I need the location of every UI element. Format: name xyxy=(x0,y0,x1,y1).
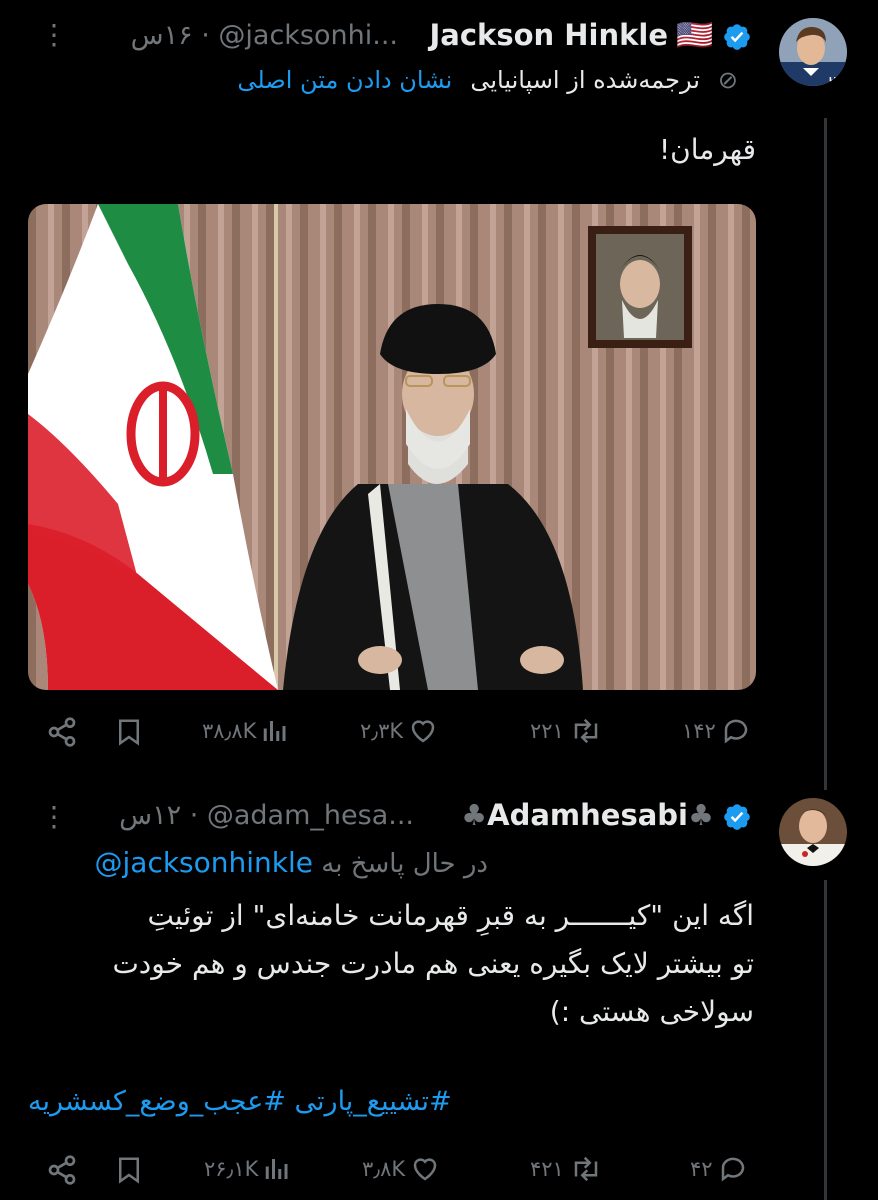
timestamp[interactable]: ۱۶س xyxy=(131,20,193,51)
handle-and-time[interactable]: @adam_hesa... · ۱۲س xyxy=(119,800,414,831)
svg-text:HB: HB xyxy=(829,76,843,86)
reply-button[interactable]: ۱۴۲ xyxy=(682,716,752,746)
views-icon xyxy=(264,721,286,741)
thread-line xyxy=(824,118,827,790)
thread-line xyxy=(824,880,827,1200)
share-button[interactable] xyxy=(46,716,78,748)
separator: · xyxy=(181,800,199,831)
translation-row: ⊘ ترجمه‌شده از اسپانیایی نشان دادن متن ا… xyxy=(237,66,738,94)
views-icon xyxy=(266,1159,288,1179)
display-name[interactable]: ♣Adamhesabi♣ xyxy=(461,798,714,832)
tweet-text: اگه این "کیـــــــر به قبرِ قهرمانت خامن… xyxy=(34,892,754,1036)
reply-icon xyxy=(721,1157,744,1182)
replies-count: ۱۴۲ xyxy=(682,719,716,743)
replying-to: در حال پاسخ به @jacksonhinkle xyxy=(95,846,489,879)
verified-badge-icon xyxy=(722,22,752,56)
views-count: ۳۸٫۸K xyxy=(202,719,257,743)
tweet-text-line: تو بیشتر لایک بگیره یعنی هم مادرت جندس و… xyxy=(112,947,754,980)
tweet-photo[interactable] xyxy=(28,204,756,690)
flag-icon: 🇺🇸 xyxy=(676,18,714,53)
share-button[interactable] xyxy=(46,1154,78,1186)
share-icon xyxy=(48,717,76,747)
bookmark-icon xyxy=(119,1157,139,1184)
reply-button[interactable]: ۴۲ xyxy=(690,1154,749,1184)
tweet-text: قهرمان! xyxy=(658,133,756,166)
heart-icon xyxy=(413,1158,437,1181)
retweet-button[interactable]: ۲۲۱ xyxy=(530,716,604,746)
like-button[interactable]: ۲٫۳K xyxy=(360,716,439,746)
club-icon: ♣ xyxy=(688,798,714,832)
like-button[interactable]: ۳٫۸K xyxy=(362,1154,441,1184)
bookmark-icon xyxy=(119,719,139,746)
show-original-link[interactable]: نشان دادن متن اصلی xyxy=(237,66,452,94)
separator: · xyxy=(192,20,210,51)
replying-to-handle[interactable]: @jacksonhinkle xyxy=(95,846,314,879)
more-options-icon[interactable]: ⋮ xyxy=(40,800,68,833)
likes-count: ۳٫۸K xyxy=(362,1157,406,1181)
more-options-icon[interactable]: ⋮ xyxy=(40,18,68,51)
retweets-count: ۲۲۱ xyxy=(530,719,564,743)
reply-icon xyxy=(724,719,748,744)
tweet-text-line: اگه این "کیـــــــر به قبرِ قهرمانت خامن… xyxy=(147,899,754,932)
tweet-text-line: سولاخی هستی :) xyxy=(549,995,754,1028)
retweets-count: ۴۲۱ xyxy=(530,1157,564,1181)
handle[interactable]: @jacksonhi... xyxy=(218,20,398,51)
verified-badge-icon xyxy=(722,802,752,836)
retweet-icon xyxy=(574,718,598,744)
club-icon: ♣ xyxy=(461,798,488,832)
retweet-button[interactable]: ۴۲۱ xyxy=(530,1154,604,1184)
share-icon xyxy=(48,1155,76,1185)
bookmark-button[interactable] xyxy=(114,716,144,748)
handle-and-time[interactable]: @jacksonhi... · ۱۶س xyxy=(131,20,398,51)
views-button[interactable]: ۲۶٫۱K xyxy=(204,1154,292,1184)
views-button[interactable]: ۳۸٫۸K xyxy=(202,716,290,746)
bookmark-button[interactable] xyxy=(114,1154,144,1186)
heart-icon xyxy=(411,720,435,743)
replying-to-label: در حال پاسخ به xyxy=(321,849,488,879)
avatar[interactable] xyxy=(779,798,847,866)
avatar[interactable]: HB xyxy=(779,18,847,86)
handle[interactable]: @adam_hesa... xyxy=(207,800,414,831)
views-count: ۲۶٫۱K xyxy=(204,1157,259,1181)
display-name[interactable]: Jackson Hinkle xyxy=(429,18,668,52)
timestamp[interactable]: ۱۲س xyxy=(119,800,181,831)
hashtags[interactable]: #تشییع_پارتی #عجب_وضع_کسشریه xyxy=(28,1086,452,1117)
translate-icon: ⊘ xyxy=(717,66,738,94)
likes-count: ۲٫۳K xyxy=(360,719,404,743)
replies-count: ۴۲ xyxy=(690,1157,713,1181)
retweet-icon xyxy=(574,1156,598,1182)
translated-label: ترجمه‌شده از اسپانیایی xyxy=(470,66,700,94)
